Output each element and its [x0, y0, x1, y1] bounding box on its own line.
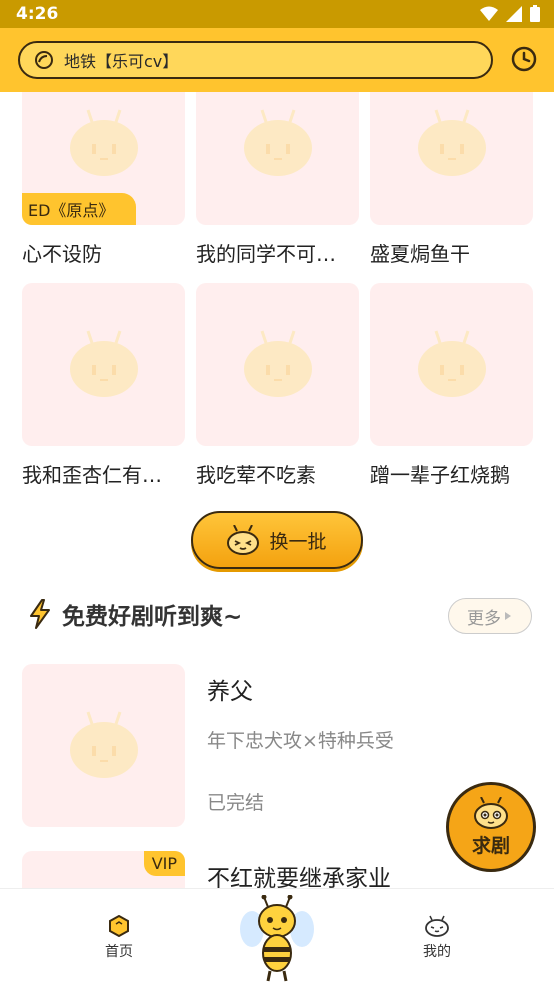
drama-tag: ED《原点》 — [22, 193, 137, 225]
tab-home-label: 首页 — [105, 944, 133, 960]
lightning-icon — [30, 599, 50, 629]
tab-mine[interactable]: 我的 — [397, 915, 477, 961]
placeholder-mascot-icon — [243, 330, 312, 397]
search-icon — [35, 51, 53, 69]
search-box[interactable]: 地铁【乐可cv】 — [18, 41, 493, 79]
signal-icon — [506, 5, 522, 22]
drama-cover — [22, 283, 185, 446]
home-icon — [109, 915, 129, 937]
section-header: 免费好剧听到爽~ — [28, 597, 242, 631]
mascot-face-icon — [474, 796, 508, 829]
wifi-icon — [480, 6, 498, 21]
drama-title: 蹭一辈子红烧鹅 — [370, 463, 510, 487]
request-drama-button[interactable]: 求剧 — [446, 782, 536, 872]
drama-title: 盛夏焗鱼干 — [370, 242, 470, 266]
status-bar: 4:26 — [0, 0, 554, 28]
swap-batch-label: 换一批 — [269, 530, 327, 553]
drama-card[interactable]: 盛夏焗鱼干 — [370, 92, 533, 266]
list-item[interactable]: VIP 不红就要继承家业 — [22, 851, 532, 888]
list-title: 不红就要继承家业 — [207, 866, 391, 888]
history-icon[interactable] — [510, 45, 538, 73]
battery-icon — [530, 5, 540, 22]
bee-mascot-icon[interactable] — [238, 895, 316, 985]
list-cover — [22, 664, 185, 827]
drama-title: 我和歪杏仁有… — [22, 463, 162, 487]
list-title: 养父 — [207, 679, 253, 705]
vip-badge: VIP — [143, 851, 185, 876]
drama-title: 我吃荤不吃素 — [196, 463, 316, 487]
drama-cover — [196, 283, 359, 446]
list-status: 已完结 — [207, 792, 265, 814]
placeholder-mascot-icon — [69, 711, 138, 778]
request-drama-label: 求剧 — [471, 834, 510, 857]
mascot-face-icon — [227, 525, 260, 555]
placeholder-mascot-icon — [69, 109, 138, 176]
bottom-tab-bar: 首页 我的 — [0, 888, 554, 986]
search-placeholder: 地铁【乐可cv】 — [64, 52, 179, 71]
drama-card[interactable]: 我和歪杏仁有… — [22, 283, 185, 487]
drama-cover: ED《原点》 — [22, 92, 185, 225]
drama-cover — [196, 92, 359, 225]
drama-card[interactable]: ED《原点》 心不设防 — [22, 92, 185, 266]
list-cover: VIP — [22, 851, 185, 888]
list-desc: 年下忠犬攻×特种兵受 — [207, 730, 394, 752]
drama-card[interactable]: 蹭一辈子红烧鹅 — [370, 283, 533, 487]
placeholder-mascot-icon — [243, 109, 312, 176]
drama-cover — [370, 283, 533, 446]
chevron-right-icon — [505, 612, 511, 620]
drama-cover — [370, 92, 533, 225]
drama-card[interactable]: 我的同学不可… — [196, 92, 359, 266]
placeholder-mascot-icon — [417, 109, 486, 176]
tab-home[interactable]: 首页 — [79, 915, 159, 961]
swap-batch-button[interactable]: 换一批 — [191, 511, 363, 569]
more-button[interactable]: 更多 — [448, 598, 532, 634]
drama-title: 我的同学不可… — [196, 242, 336, 266]
system-icons — [480, 5, 540, 22]
top-bar: 地铁【乐可cv】 — [0, 28, 554, 92]
more-label: 更多 — [467, 608, 501, 629]
placeholder-mascot-icon — [69, 330, 138, 397]
drama-title: 心不设防 — [22, 242, 102, 266]
profile-mascot-icon — [425, 915, 449, 937]
main-content[interactable]: ED《原点》 心不设防 我的同学不可… 盛夏焗鱼干 我和歪杏仁有… 我吃荤不吃素… — [0, 92, 554, 888]
section-title: 免费好剧听到爽~ — [62, 604, 243, 630]
tab-mine-label: 我的 — [423, 944, 451, 960]
status-time: 4:26 — [16, 4, 59, 24]
placeholder-mascot-icon — [417, 330, 486, 397]
drama-card[interactable]: 我吃荤不吃素 — [196, 283, 359, 487]
